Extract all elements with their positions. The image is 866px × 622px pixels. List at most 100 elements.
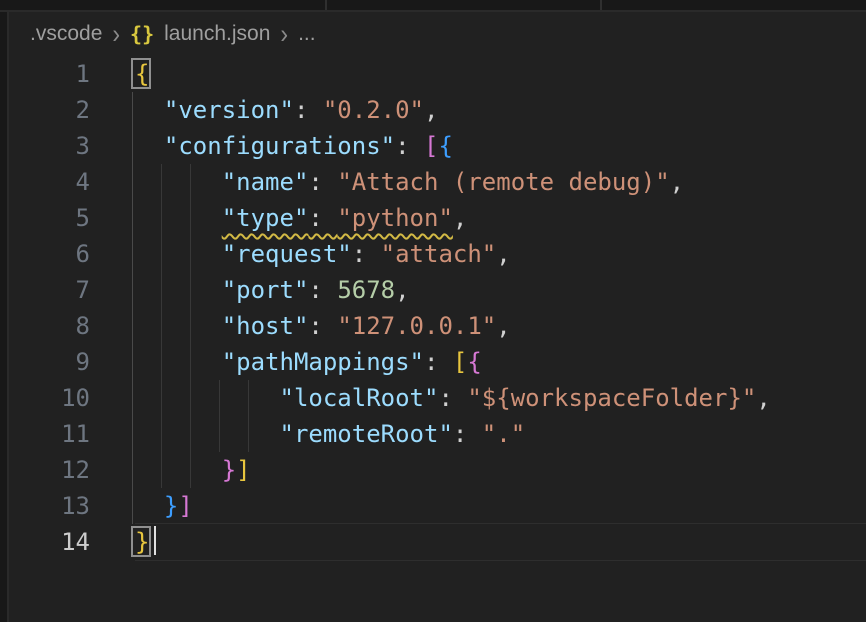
line-number[interactable]: 7 — [9, 272, 135, 308]
code-line-content[interactable]: }] — [135, 452, 866, 488]
line-number[interactable]: 13 — [9, 488, 135, 524]
token-string: "." — [482, 420, 525, 448]
code-line-content[interactable]: "localRoot": "${workspaceFolder}", — [135, 380, 866, 416]
code-line[interactable]: 3 "configurations": [{ — [9, 128, 866, 164]
token-key: "version" — [164, 96, 294, 124]
code-line-content[interactable]: "request": "attach", — [135, 236, 866, 272]
chevron-right-icon: › — [280, 21, 288, 47]
token-ws — [135, 348, 222, 376]
token-ws — [135, 132, 164, 160]
token-key: "request" — [222, 240, 352, 268]
code-line-content[interactable]: } — [135, 524, 866, 560]
token-punct: : — [453, 420, 482, 448]
line-number[interactable]: 1 — [9, 56, 135, 92]
code-line-content[interactable]: "host": "127.0.0.1", — [135, 308, 866, 344]
token-number: 5678 — [337, 276, 395, 304]
token-punct: : — [424, 348, 453, 376]
tab-bar — [0, 0, 866, 12]
code-line[interactable]: 6 "request": "attach", — [9, 236, 866, 272]
line-number[interactable]: 14 — [9, 524, 135, 560]
token-punct: , — [395, 276, 409, 304]
code-line-content[interactable]: "name": "Attach (remote debug)", — [135, 164, 866, 200]
token-ws — [135, 456, 222, 484]
breadcrumb-item-vscode[interactable]: .vscode — [30, 22, 102, 46]
indent-guide — [132, 452, 133, 488]
tab-separator — [325, 0, 327, 10]
line-number[interactable]: 6 — [9, 236, 135, 272]
token-punct: : — [395, 132, 424, 160]
indent-guide — [132, 308, 133, 344]
line-number[interactable]: 4 — [9, 164, 135, 200]
line-number[interactable]: 8 — [9, 308, 135, 344]
indent-guide — [132, 128, 133, 164]
token-ws — [135, 204, 222, 232]
code-line-content[interactable]: "port": 5678, — [135, 272, 866, 308]
token-bracket1: } — [135, 528, 149, 556]
code-line[interactable]: 2 "version": "0.2.0", — [9, 92, 866, 128]
code-line[interactable]: 13 }] — [9, 488, 866, 524]
token-ws — [135, 420, 280, 448]
token-key: "remoteRoot" — [280, 420, 453, 448]
code-line-content[interactable]: }] — [135, 488, 866, 524]
code-line-content[interactable]: "configurations": [{ — [135, 128, 866, 164]
line-number[interactable]: 12 — [9, 452, 135, 488]
code-line-content[interactable]: { — [135, 56, 866, 92]
token-ws — [135, 240, 222, 268]
token-key: "port" — [222, 276, 309, 304]
token-bracket2: ] — [178, 492, 192, 520]
code-line[interactable]: 8 "host": "127.0.0.1", — [9, 308, 866, 344]
tab-separator — [600, 0, 602, 10]
line-number[interactable]: 10 — [9, 380, 135, 416]
code-line-content[interactable]: "pathMappings": [{ — [135, 344, 866, 380]
code-line[interactable]: 5 "type": "python", — [9, 200, 866, 236]
token-punct: , — [670, 168, 684, 196]
breadcrumb-item-symbol[interactable]: ... — [298, 22, 316, 46]
code-line[interactable]: 4 "name": "Attach (remote debug)", — [9, 164, 866, 200]
token-ws — [135, 384, 280, 412]
code-line[interactable]: 11 "remoteRoot": "." — [9, 416, 866, 452]
token-key: "name" — [222, 168, 309, 196]
code-line[interactable]: 10 "localRoot": "${workspaceFolder}", — [9, 380, 866, 416]
code-area[interactable]: 1{2 "version": "0.2.0",3 "configurations… — [9, 56, 866, 560]
token-key: "pathMappings" — [222, 348, 424, 376]
code-line[interactable]: 9 "pathMappings": [{ — [9, 344, 866, 380]
indent-guide — [132, 92, 133, 128]
sidebar-edge — [0, 12, 9, 622]
token-punct: : — [308, 312, 337, 340]
indent-guide — [132, 272, 133, 308]
line-number[interactable]: 11 — [9, 416, 135, 452]
token-punct: , — [424, 96, 438, 124]
token-bracket3: } — [164, 492, 178, 520]
token-punct: , — [453, 204, 467, 232]
token-punct: , — [496, 312, 510, 340]
editor-pane[interactable]: .vscode › {} launch.json › ... 1{2 "vers… — [9, 12, 866, 622]
token-punct: : — [308, 204, 337, 232]
token-punct: : — [352, 240, 381, 268]
code-line[interactable]: 1{ — [9, 56, 866, 92]
line-number[interactable]: 3 — [9, 128, 135, 164]
token-punct: , — [496, 240, 510, 268]
code-line[interactable]: 7 "port": 5678, — [9, 272, 866, 308]
token-bracket3: { — [438, 132, 452, 160]
indent-guide — [132, 488, 133, 524]
token-ws — [135, 96, 164, 124]
token-string: "${workspaceFolder}" — [467, 384, 756, 412]
code-line-content[interactable]: "type": "python", — [135, 200, 866, 236]
code-line[interactable]: 12 }] — [9, 452, 866, 488]
indent-guide — [132, 380, 133, 416]
token-string: "127.0.0.1" — [337, 312, 496, 340]
token-string: "python" — [337, 204, 453, 232]
code-line-content[interactable]: "remoteRoot": "." — [135, 416, 866, 452]
token-bracket1: [ — [453, 348, 467, 376]
breadcrumb: .vscode › {} launch.json › ... — [9, 12, 866, 56]
line-number[interactable]: 2 — [9, 92, 135, 128]
breadcrumb-item-launch-json[interactable]: launch.json — [164, 22, 270, 46]
token-ws — [135, 276, 222, 304]
code-line[interactable]: 14} — [9, 524, 866, 560]
line-number[interactable]: 9 — [9, 344, 135, 380]
token-key: "configurations" — [164, 132, 395, 160]
token-ws — [135, 492, 164, 520]
code-line-content[interactable]: "version": "0.2.0", — [135, 92, 866, 128]
indent-guide — [132, 236, 133, 272]
line-number[interactable]: 5 — [9, 200, 135, 236]
